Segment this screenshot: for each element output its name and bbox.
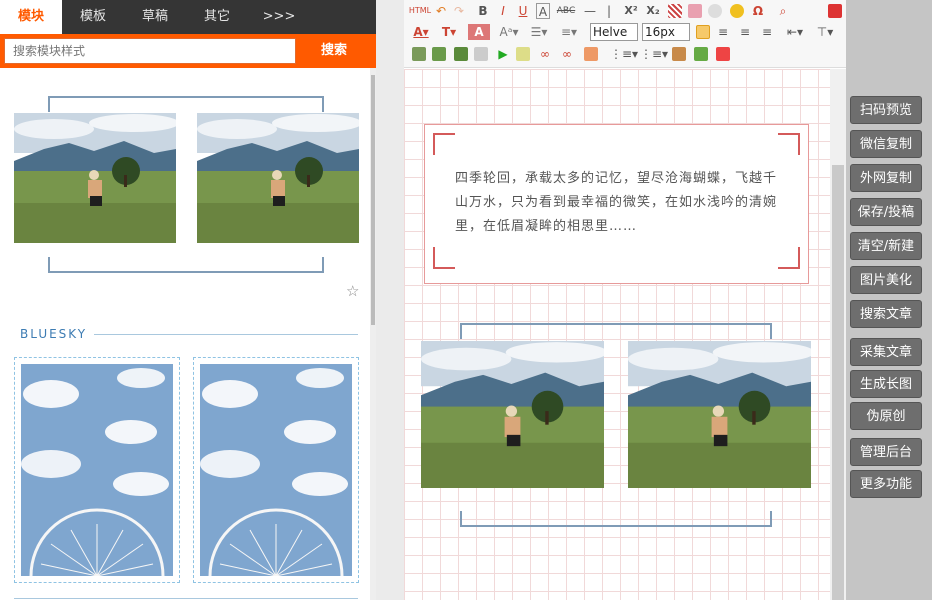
align-left-icon[interactable] — [696, 25, 710, 39]
brush-icon[interactable] — [694, 47, 708, 61]
font-size-select[interactable]: 16px — [642, 23, 690, 41]
special-char-button[interactable]: Ω — [750, 3, 766, 19]
unlink-icon[interactable]: ∞ — [560, 46, 574, 62]
search-button[interactable]: 搜索 — [296, 38, 372, 64]
align-justify-icon[interactable]: ≡ — [760, 24, 774, 40]
fullscreen-icon[interactable] — [828, 4, 842, 18]
html-source-button[interactable]: HTML — [408, 3, 432, 19]
tab-modules[interactable]: 模块 — [0, 0, 62, 34]
sky-photo-card[interactable] — [14, 357, 180, 583]
underline-button[interactable]: U — [516, 3, 530, 19]
text-style-icon[interactable]: T▾ — [438, 24, 460, 40]
clipboard-icon[interactable] — [672, 47, 686, 61]
bottom-bracket — [460, 511, 772, 527]
landscape-photo[interactable] — [14, 113, 176, 243]
search-input[interactable] — [4, 38, 296, 64]
wechat-copy-button[interactable]: 微信复制 — [850, 130, 922, 158]
font-border-button[interactable]: A — [536, 3, 550, 19]
action-sidebar: 扫码预览 微信复制 外网复制 保存/投稿 清空/新建 图片美化 搜索文章 采集文… — [846, 0, 932, 600]
horizontal-rule-button[interactable]: — — [582, 3, 598, 19]
editor-scrollbar-thumb[interactable] — [832, 165, 844, 600]
font-family-select[interactable]: Helve — [590, 23, 638, 41]
clear-new-button[interactable]: 清空/新建 — [850, 232, 922, 260]
save-submit-button[interactable]: 保存/投稿 — [850, 198, 922, 226]
eraser-icon[interactable] — [688, 4, 702, 18]
video-icon[interactable]: ▶ — [496, 46, 510, 62]
tab-templates[interactable]: 模板 — [62, 0, 124, 34]
tab-more[interactable]: >>> — [248, 0, 310, 34]
corner-ornament-icon — [433, 133, 455, 155]
insert-image-icon[interactable] — [432, 47, 446, 61]
top-bracket — [460, 323, 772, 339]
corner-ornament-icon — [433, 247, 455, 269]
redo-icon[interactable]: ↷ — [452, 3, 466, 19]
link-icon[interactable]: ∞ — [538, 46, 552, 62]
search-replace-icon[interactable]: ⌕ — [776, 3, 790, 19]
subscript-button[interactable]: X₂ — [644, 3, 662, 19]
format-clear-icon[interactable] — [668, 4, 682, 18]
bottom-bracket — [48, 257, 324, 273]
sky-photo-card[interactable] — [193, 357, 359, 583]
align-center-icon[interactable]: ≡ — [716, 24, 730, 40]
more-functions-button[interactable]: 更多功能 — [850, 470, 922, 498]
landscape-photo[interactable] — [197, 113, 359, 243]
image-beautify-button[interactable]: 图片美化 — [850, 266, 922, 294]
external-copy-button[interactable]: 外网复制 — [850, 164, 922, 192]
corner-ornament-icon — [778, 247, 800, 269]
background-color-icon[interactable]: A — [468, 24, 490, 40]
music-icon[interactable] — [516, 47, 530, 61]
italic-button[interactable]: I — [496, 3, 510, 19]
admin-backend-button[interactable]: 管理后台 — [850, 438, 922, 466]
strikethrough-button[interactable]: ABC — [554, 3, 578, 19]
unordered-list-icon[interactable]: ⋮≡▾ — [640, 46, 668, 62]
cleanup-icon[interactable] — [708, 4, 722, 18]
panel-tabs: 模块 模板 草稿 其它 >>> — [0, 0, 376, 34]
star-icon[interactable]: ☆ — [346, 282, 359, 300]
scan-preview-button[interactable]: 扫码预览 — [850, 96, 922, 124]
tab-drafts[interactable]: 草稿 — [124, 0, 186, 34]
photo-edit-icon[interactable] — [474, 47, 488, 61]
editor-toolbar: HTML ↶ ↷ B I U A ABC — | X² X₂ Ω ⌕ A▾ T▾… — [404, 0, 846, 68]
section-divider — [94, 334, 358, 335]
search-article-button[interactable]: 搜索文章 — [850, 300, 922, 328]
section-label: BLUESKY — [20, 327, 88, 341]
poem-text[interactable]: 四季轮回，承载太多的记忆，望尽沧海蝴蝶，飞越千山万水，只为看到最幸福的微笑，在如… — [455, 167, 785, 239]
collect-article-button[interactable]: 采集文章 — [850, 338, 922, 366]
gallery-icon[interactable] — [454, 47, 468, 61]
search-bar: 搜索 — [0, 34, 376, 68]
generate-long-image-button[interactable]: 生成长图 — [850, 370, 922, 398]
paragraph-spacing-icon[interactable]: ≡▾ — [558, 24, 580, 40]
corner-ornament-icon — [778, 133, 800, 155]
module-panel: 模块 模板 草稿 其它 >>> 搜索模块样式 搜索 ☆ BLUESKY — [0, 0, 376, 600]
separator-button[interactable]: | — [604, 3, 614, 19]
undo-icon[interactable]: ↶ — [434, 3, 448, 19]
bold-button[interactable]: B — [476, 3, 490, 19]
landscape-photo[interactable] — [421, 341, 604, 488]
poem-card[interactable]: 四季轮回，承载太多的记忆，望尽沧海蝴蝶，飞越千山万水，只为看到最幸福的微笑，在如… — [424, 124, 809, 284]
indent-icon[interactable]: ⇤▾ — [784, 24, 806, 40]
landscape-photo[interactable] — [628, 341, 811, 488]
ordered-list-icon[interactable]: ⋮≡▾ — [610, 46, 638, 62]
section-divider — [14, 598, 358, 599]
html5-icon[interactable] — [716, 47, 730, 61]
tab-other[interactable]: 其它 — [186, 0, 248, 34]
pseudo-original-button[interactable]: 伪原创 — [850, 402, 922, 430]
panel-divider — [376, 0, 404, 600]
attachment-icon[interactable] — [584, 47, 598, 61]
font-size-adjust-icon[interactable]: Aᵃ▾ — [498, 24, 520, 40]
paragraph-format-icon[interactable]: ⊤▾ — [814, 24, 836, 40]
font-color-icon[interactable]: A▾ — [410, 24, 432, 40]
panel-scrollbar-thumb[interactable] — [371, 75, 375, 325]
align-right-icon[interactable]: ≡ — [738, 24, 752, 40]
line-height-icon[interactable]: ☰▾ — [528, 24, 550, 40]
superscript-button[interactable]: X² — [622, 3, 640, 19]
emoji-icon[interactable] — [730, 4, 744, 18]
image-icon[interactable] — [412, 47, 426, 61]
top-bracket — [48, 96, 324, 112]
